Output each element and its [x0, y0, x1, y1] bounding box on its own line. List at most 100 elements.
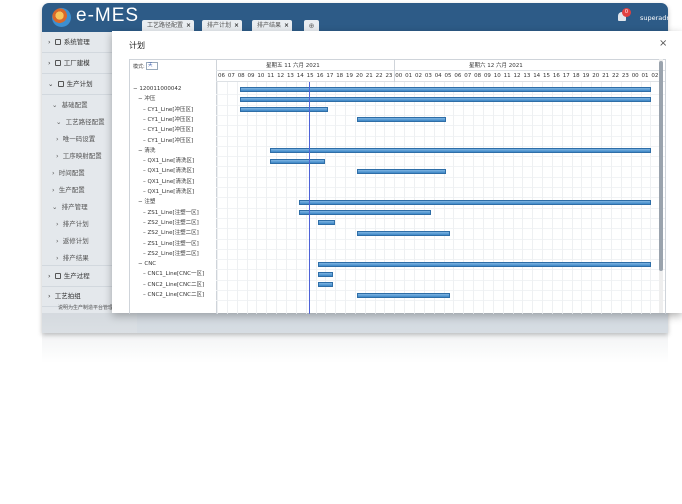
gantt-hour-gridline [620, 82, 622, 314]
gantt-row-label[interactable]: – CY1_Line[冲压区] [143, 136, 193, 146]
gantt-hour-gridline [502, 82, 504, 314]
reflection [42, 313, 668, 363]
gantt-task-bar[interactable] [318, 220, 336, 226]
gantt-task-list: 模式: 天 − 120011000042− 冲压 – CY1_Line[冲压区] –… [130, 60, 217, 314]
gantt-hour-gridline [591, 82, 593, 314]
gantt-task-bar[interactable] [270, 148, 652, 154]
gantt-row-label[interactable]: − 注塑 [138, 197, 155, 207]
gantt-row-label[interactable]: – QX1_Line[清洗区] [143, 177, 194, 187]
gantt-hour-tick: 16 [552, 73, 560, 79]
gantt-hour-gridline [295, 82, 297, 314]
gantt-hour-gridline [266, 82, 268, 314]
top-bar: e-MES 工艺路径配置× 排产计划× 排产结果× ⊕ 0 superadmin [42, 3, 668, 32]
gantt-hour-tick: 09 [247, 73, 255, 79]
gantt-task-bar[interactable] [298, 210, 431, 216]
gantt-row-label[interactable]: – QX1_Line[清洗区] [143, 156, 194, 166]
gantt-task-bar[interactable] [239, 107, 329, 113]
gantt-row-label[interactable]: − 120011000042 [133, 84, 181, 94]
gantt-row-label[interactable]: – CY1_Line[冲压区] [143, 125, 193, 135]
gantt-chart: 模式: 天 − 120011000042− 冲压 – CY1_Line[冲压区] –… [129, 59, 666, 314]
gantt-hour-gridline [453, 82, 455, 314]
factory-icon [54, 60, 61, 66]
sidebar-item-label: 排产计划 [62, 220, 89, 228]
gantt-hour-gridline [305, 82, 307, 314]
gantt-row-gridline [216, 217, 665, 219]
gantt-hour-gridline [542, 82, 544, 314]
gantt-row-label[interactable]: – CNC2_Line[CNC二区] [143, 290, 204, 300]
gantt-row-label[interactable]: − 清洗 [138, 146, 155, 156]
gantt-row-gridline [216, 279, 665, 281]
gantt-row-gridline [216, 166, 665, 168]
sidebar-item-label: 工序映射配置 [62, 152, 102, 160]
gantt-row-label[interactable]: − 冲压 [138, 94, 155, 104]
gantt-hour-tick: 06 [218, 73, 225, 79]
process-icon [54, 273, 61, 279]
gantt-task-bar[interactable] [239, 86, 652, 92]
gantt-hour-tick: 16 [316, 73, 324, 79]
header-divider [216, 81, 665, 82]
gantt-task-bar[interactable] [356, 230, 451, 236]
gantt-hour-tick: 00 [631, 73, 639, 79]
gantt-row-label[interactable]: – CNC2_Line[CNC二区] [143, 280, 204, 290]
logo-text: e-MES [76, 5, 140, 26]
gantt-hour-tick: 13 [286, 73, 294, 79]
gantt-row-label[interactable]: − CNC [138, 259, 156, 269]
gantt-row-label[interactable]: – CNC1_Line[CNC一区] [143, 269, 204, 279]
tab-label: 排产结果 [257, 22, 282, 29]
gantt-row-gridline [216, 156, 665, 158]
gantt-row-label[interactable]: – CY1_Line[冲压区] [143, 115, 193, 125]
gantt-hour-gridline [630, 82, 632, 314]
gantt-hour-tick: 07 [227, 73, 235, 79]
gantt-task-bar[interactable] [356, 117, 446, 123]
gantt-hour-gridline [276, 82, 278, 314]
gantt-row-label[interactable]: – ZS1_Line[注塑一区] [143, 239, 199, 249]
gantt-task-bar[interactable] [318, 271, 334, 277]
gantt-hour-tick: 11 [503, 73, 511, 79]
gantt-row-label[interactable]: – ZS2_Line[注塑二区] [143, 249, 199, 259]
sidebar-item-label: 生产配置 [58, 186, 85, 194]
gantt-hour-tick: 23 [385, 73, 393, 79]
gantt-hour-tick: 14 [296, 73, 304, 79]
gantt-row-label[interactable]: – CY1_Line[冲压区] [143, 105, 193, 115]
dialog-title: 计划 [129, 41, 145, 50]
sidebar-item-label: 工厂建模 [63, 59, 90, 67]
mode-select[interactable]: 天 [146, 62, 158, 70]
gantt-row-label[interactable]: – QX1_Line[清洗区] [143, 166, 194, 176]
gantt-task-bar[interactable] [270, 158, 326, 164]
gantt-task-bar[interactable] [239, 96, 652, 102]
gantt-hour-gridline [463, 82, 465, 314]
gantt-hour-tick: 21 [365, 73, 373, 79]
gantt-hour-tick: 03 [424, 73, 432, 79]
gantt-hour-tick: 05 [444, 73, 452, 79]
gantt-task-bar[interactable] [318, 282, 334, 288]
gantt-task-bar[interactable] [298, 199, 652, 205]
gantt-hour-tick: 21 [602, 73, 610, 79]
close-icon[interactable]: × [659, 38, 667, 49]
gantt-row-label[interactable]: – ZS1_Line[注塑一区] [143, 208, 199, 218]
gantt-hour-gridline [256, 82, 258, 314]
gantt-hour-tick: 18 [572, 73, 580, 79]
gantt-row-label[interactable]: – ZS2_Line[注塑二区] [143, 218, 199, 228]
close-icon[interactable]: × [234, 22, 239, 29]
notification-badge: 0 [622, 8, 631, 17]
gantt-hour-tick: 08 [237, 73, 245, 79]
gantt-task-bar[interactable] [318, 261, 652, 267]
close-icon[interactable]: × [284, 22, 289, 29]
gantt-hour-gridline [335, 82, 337, 314]
gantt-hour-tick: 12 [277, 73, 285, 79]
gantt-hour-tick: 22 [612, 73, 619, 79]
gantt-hour-tick: 00 [395, 73, 403, 79]
scrollbar-thumb[interactable] [659, 61, 663, 271]
gantt-hour-tick: 23 [621, 73, 629, 79]
gantt-hour-tick: 06 [454, 73, 462, 79]
gantt-task-bar[interactable] [356, 292, 451, 298]
gantt-row-gridline [216, 259, 665, 261]
user-name[interactable]: superadmin [640, 14, 668, 22]
gantt-row-label[interactable]: – ZS2_Line[注塑二区] [143, 228, 199, 238]
logo-icon [52, 8, 71, 27]
gantt-hour-gridline [492, 82, 494, 314]
gantt-row-label[interactable]: – QX1_Line[清洗区] [143, 187, 194, 197]
gantt-task-bar[interactable] [356, 168, 446, 174]
gantt-hour-gridline [345, 82, 347, 314]
close-icon[interactable]: × [186, 22, 191, 29]
